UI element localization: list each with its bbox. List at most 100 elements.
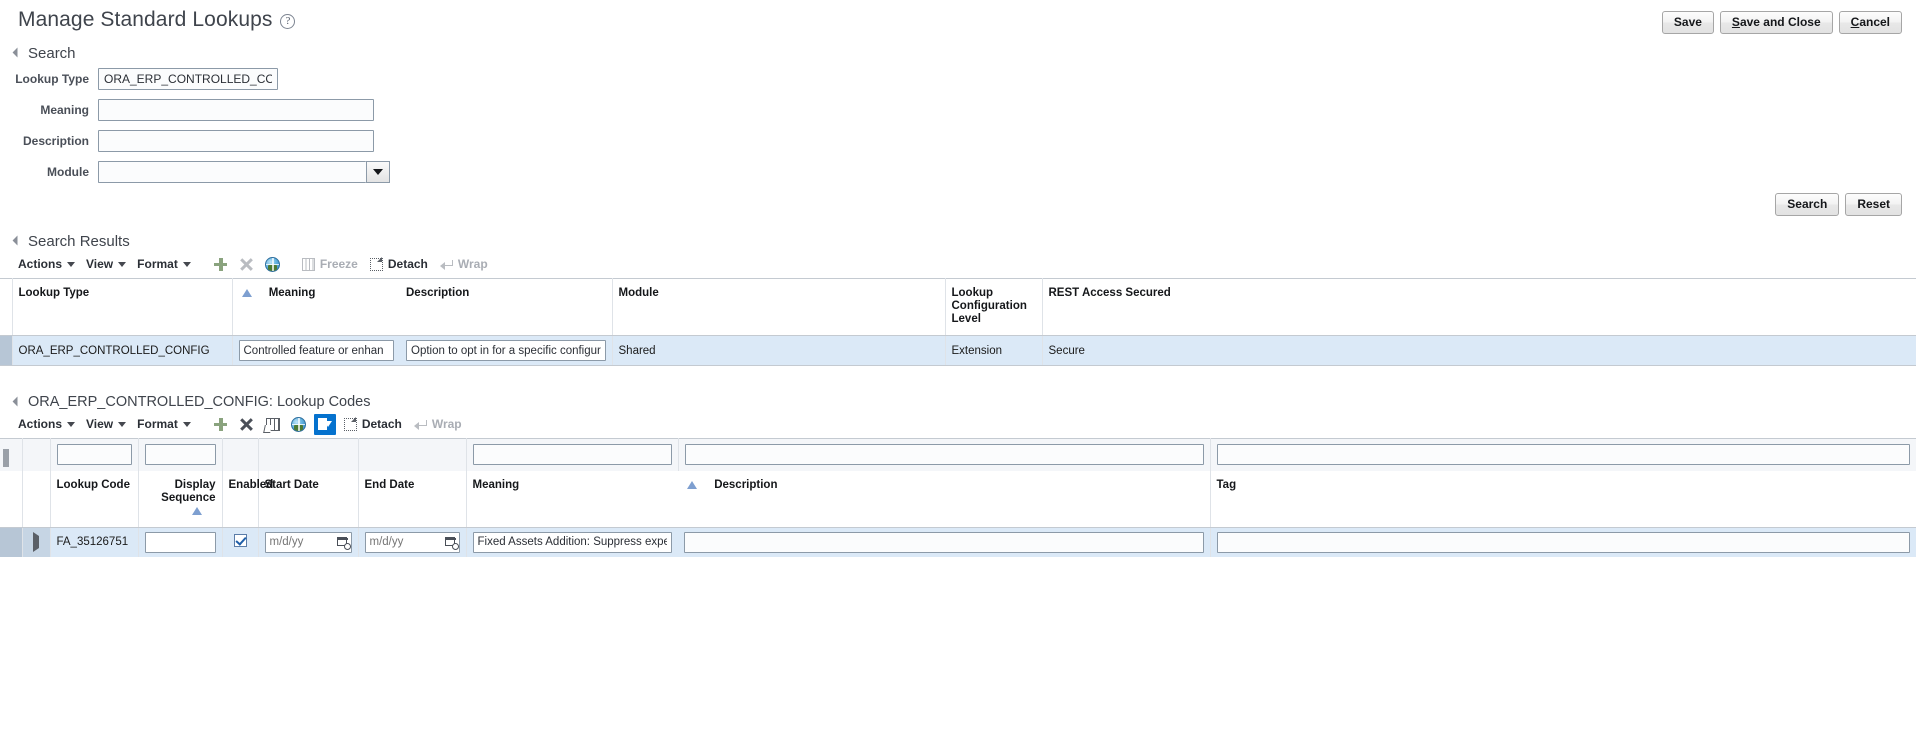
module-input[interactable] (98, 161, 366, 183)
codes-sort-detail-button[interactable] (260, 414, 286, 434)
column-header-codes-meaning[interactable]: Meaning (466, 470, 678, 528)
sort-ascending-icon[interactable] (687, 480, 697, 489)
save-button[interactable]: Save (1661, 11, 1714, 34)
search-field-description-row: Description (0, 130, 1916, 152)
results-delete-row-button (234, 254, 260, 274)
codes-detach-button[interactable]: Detach (338, 415, 408, 433)
column-header-meaning[interactable]: Meaning (232, 278, 400, 336)
sort-descending-icon[interactable] (201, 505, 214, 515)
column-header-lookup-code[interactable]: Lookup Code (50, 470, 139, 528)
cell-description (400, 335, 613, 365)
sort-descending-icon[interactable] (251, 288, 264, 297)
column-header-rest-access[interactable]: REST Access Secured (1042, 278, 1916, 336)
codes-translation-button[interactable] (286, 414, 312, 434)
calendar-icon[interactable] (444, 536, 459, 550)
cell-lookup-code: FA_35126751 (50, 527, 139, 557)
search-button[interactable]: Search (1775, 193, 1840, 216)
column-header-display-sequence[interactable]: Display Sequence (138, 470, 223, 528)
filter-meaning-input[interactable] (472, 444, 672, 466)
codes-tag-input[interactable] (1216, 531, 1910, 553)
results-translation-button[interactable] (260, 254, 286, 274)
filter-cell-lookup-code (50, 438, 139, 471)
chevron-right-icon[interactable] (32, 532, 39, 552)
sort-indicator[interactable] (241, 288, 264, 297)
column-header-config-level[interactable]: Lookup Configuration Level (945, 278, 1043, 336)
codes-query-by-example-toggle[interactable] (313, 413, 336, 435)
sort-ascending-icon[interactable] (191, 506, 202, 515)
save-and-close-accesskey: S (1731, 15, 1740, 29)
codes-meaning-input[interactable] (472, 531, 672, 553)
sort-indicator[interactable] (191, 505, 214, 515)
column-header-enabled[interactable]: Enabled (222, 470, 273, 528)
filter-cell-display-sequence (138, 438, 223, 471)
column-header-display-sequence-label: Display Sequence (161, 478, 216, 504)
row-expander-cell[interactable] (22, 527, 51, 557)
lookup-codes-disclosure-icon[interactable] (12, 396, 23, 406)
filter-cell-start-date (258, 438, 359, 471)
description-label: Description (22, 134, 89, 148)
row-selector-handle[interactable] (0, 527, 23, 557)
save-and-close-button[interactable]: Save and Close (1719, 11, 1833, 34)
lookup-type-input[interactable] (98, 68, 278, 90)
description-cell-input[interactable] (406, 340, 606, 361)
title-wrap: Manage Standard Lookups ? (18, 9, 296, 30)
sort-indicator[interactable] (687, 479, 709, 489)
help-icon[interactable]: ? (280, 14, 296, 29)
results-view-menu[interactable]: View (82, 255, 133, 273)
globe-badge-icon (268, 264, 278, 271)
cell-start-date (258, 527, 359, 557)
filter-tag-input[interactable] (1216, 444, 1910, 466)
meaning-input[interactable] (98, 99, 374, 121)
filter-description-input[interactable] (684, 444, 1204, 466)
column-header-tag[interactable]: Tag (1210, 470, 1916, 528)
meaning-label: Meaning (40, 103, 89, 117)
results-detach-button[interactable]: Detach (364, 255, 434, 273)
codes-actions-menu[interactable]: Actions (14, 415, 82, 433)
codes-format-menu[interactable]: Format (133, 415, 198, 433)
codes-delete-row-button[interactable] (234, 414, 260, 434)
filter-lookup-code-input[interactable] (56, 444, 132, 466)
column-header-start-date[interactable]: Start Date (258, 470, 359, 528)
column-header-description[interactable]: Description (400, 278, 613, 336)
column-header-config-level-label: Lookup Configuration Level (951, 287, 1027, 325)
row-selector-handle[interactable] (0, 335, 13, 365)
column-header-codes-description[interactable]: Description (678, 470, 1211, 528)
filter-display-sequence-input[interactable] (144, 444, 216, 466)
codes-add-row-button[interactable] (208, 414, 234, 434)
enabled-checkbox[interactable] (233, 534, 247, 547)
search-results-disclosure-icon[interactable] (12, 235, 23, 246)
cancel-button[interactable]: Cancel (1838, 11, 1902, 34)
codes-view-menu[interactable]: View (82, 415, 133, 433)
column-header-lookup-type[interactable]: Lookup Type (12, 278, 233, 336)
table-row[interactable]: ORA_ERP_CONTROLLED_CONFIG Shared Extensi… (0, 335, 1916, 365)
cancel-accesskey: C (1850, 15, 1860, 29)
globe-badge-icon (294, 424, 304, 431)
results-add-row-button[interactable] (208, 254, 234, 274)
sort-ascending-icon[interactable] (241, 289, 252, 297)
cell-lookup-type: ORA_ERP_CONTROLLED_CONFIG (12, 335, 233, 365)
results-format-menu[interactable]: Format (133, 255, 198, 273)
module-dropdown-button[interactable] (366, 161, 390, 183)
calendar-icon[interactable] (336, 536, 351, 550)
filter-cell-description (678, 438, 1211, 471)
search-disclosure-icon[interactable] (12, 47, 23, 58)
codes-description-input[interactable] (684, 531, 1204, 553)
filter-row-handle (0, 438, 23, 471)
query-by-example-filter-row (0, 438, 1916, 471)
search-results-section-header[interactable]: Search Results (0, 233, 1916, 250)
results-actions-menu[interactable]: Actions (14, 255, 82, 273)
description-input[interactable] (98, 130, 374, 152)
column-header-end-date[interactable]: End Date (358, 470, 467, 528)
reset-button[interactable]: Reset (1845, 193, 1902, 216)
column-header-module[interactable]: Module (612, 278, 946, 336)
display-sequence-cell-input[interactable] (144, 531, 216, 553)
meaning-cell-input[interactable] (238, 340, 394, 361)
module-select[interactable] (98, 161, 390, 183)
search-section-header[interactable]: Search (0, 45, 1916, 62)
column-header-codes-description-label: Description (714, 478, 778, 491)
lookup-codes-section-header[interactable]: ORA_ERP_CONTROLLED_CONFIG: Lookup Codes (0, 394, 1916, 410)
search-field-meaning-row: Meaning (0, 99, 1916, 121)
table-row[interactable]: FA_35126751 (0, 527, 1916, 557)
sort-descending-icon[interactable] (697, 479, 709, 489)
query-by-example-row-icon (3, 448, 9, 467)
